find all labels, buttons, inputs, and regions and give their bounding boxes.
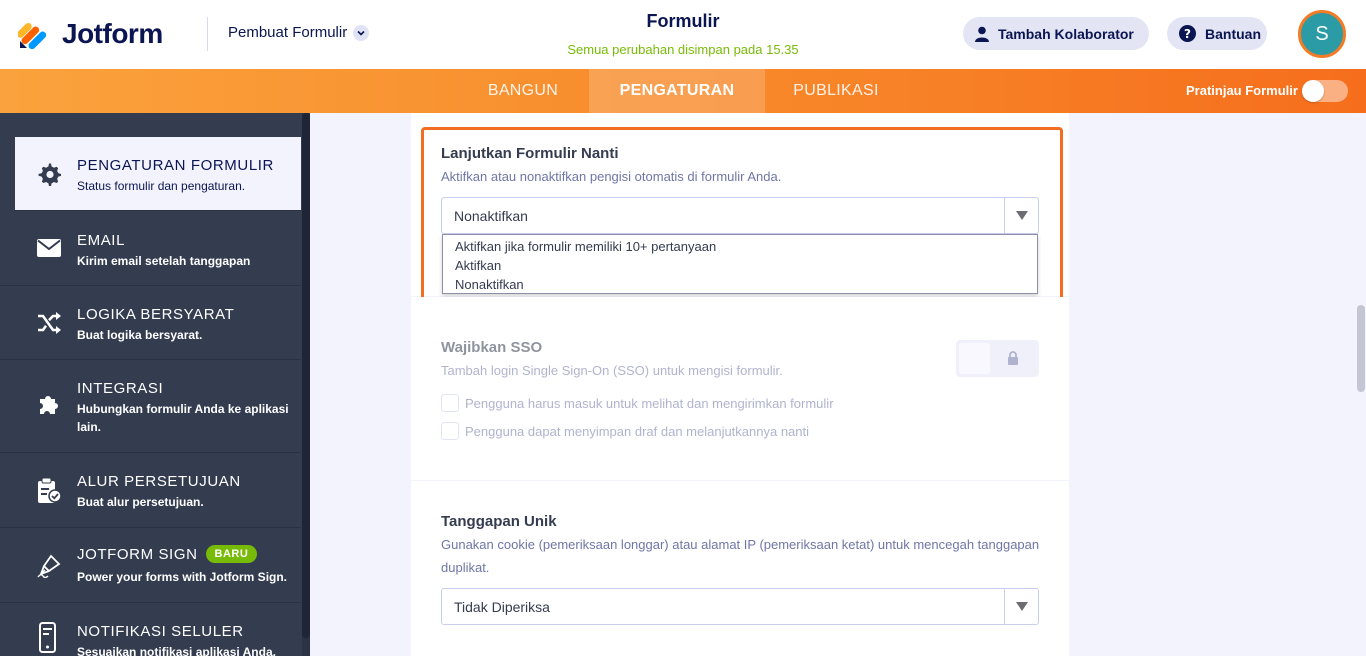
envelope-icon — [36, 235, 62, 261]
question-icon: ? — [1179, 25, 1196, 42]
svg-text:?: ? — [1184, 27, 1191, 41]
tab-build[interactable]: BANGUN — [470, 69, 576, 113]
dropdown-arrow-icon — [1004, 198, 1038, 233]
sidebar-item-approval-flow[interactable]: ALUR PERSETUJUAN Buat alur persetujuan. — [0, 453, 301, 528]
mobile-icon — [36, 622, 62, 653]
logo-text: Jotform — [62, 18, 163, 49]
sidebar-item-desc: Kirim email setelah tanggapan — [77, 254, 251, 268]
sidebar-item-title: EMAIL — [77, 232, 126, 249]
save-status: Semua perubahan disimpan pada 15.35 — [567, 42, 799, 57]
sidebar-item-title: NOTIFIKASI SELULER — [77, 623, 244, 640]
top-header: Jotform Pembuat Formulir Formulir Semua … — [0, 0, 1366, 69]
sidebar-item-desc: Buat alur persetujuan. — [77, 495, 204, 509]
continue-later-select[interactable]: Nonaktifkan — [441, 197, 1039, 234]
help-label: Bantuan — [1205, 25, 1261, 42]
unique-select[interactable]: Tidak Diperiksa — [441, 588, 1039, 625]
unique-desc: Gunakan cookie (pemeriksaan longgar) ata… — [441, 537, 1040, 575]
tab-settings[interactable]: PENGATURAN — [589, 69, 765, 113]
preview-form-label: Pratinjau Formulir — [1186, 83, 1298, 98]
continue-later-options: Aktifkan jika formulir memiliki 10+ pert… — [442, 234, 1038, 294]
option-enable-10plus[interactable]: Aktifkan jika formulir memiliki 10+ pert… — [443, 237, 1037, 256]
sidebar-item-desc: Sesuaikan notifikasi aplikasi Anda. — [77, 645, 276, 656]
form-title[interactable]: Formulir — [583, 11, 783, 32]
sso-checkbox-label-2: Pengguna dapat menyimpan draf dan melanj… — [465, 423, 810, 439]
sidebar-item-email[interactable]: EMAIL Kirim email setelah tanggapan — [0, 211, 301, 286]
continue-later-selected: Nonaktifkan — [454, 207, 528, 224]
puzzle-icon — [36, 392, 62, 418]
sidebar-item-title: PENGATURAN FORMULIR — [77, 157, 274, 174]
header-divider — [207, 17, 208, 51]
unique-selected: Tidak Diperiksa — [454, 598, 550, 615]
shuffle-icon — [36, 310, 62, 336]
sso-checkbox-label-1: Pengguna harus masuk untuk melihat dan m… — [465, 395, 834, 411]
sidebar-item-jotform-sign[interactable]: JOTFORM SIGN BARU Power your forms with J… — [0, 528, 301, 603]
checkbox[interactable] — [441, 394, 459, 412]
sso-desc: Tambah login Single Sign-On (SSO) untuk … — [441, 363, 783, 378]
new-badge: BARU — [205, 545, 258, 563]
unique-submission-section: Tanggapan Unik Gunakan cookie (pemeriksa… — [411, 481, 1069, 656]
user-icon — [975, 26, 989, 42]
sidebar-item-mobile-notifications[interactable]: NOTIFIKASI SELULER Sesuaikan notifikasi … — [0, 603, 301, 656]
sidebar-item-desc: Hubungkan formulir Anda ke aplikasi lain… — [77, 402, 289, 434]
sidebar-item-title: LOGIKA BERSYARAT — [77, 306, 235, 323]
option-enable[interactable]: Aktifkan — [443, 256, 1037, 275]
continue-later-title: Lanjutkan Formulir Nanti — [441, 145, 619, 162]
sidebar-item-title: JOTFORM SIGN BARU — [77, 545, 258, 563]
sidebar-item-conditional-logic[interactable]: LOGIKA BERSYARAT Buat logika bersyarat. — [0, 286, 301, 360]
sso-section: Wajibkan SSO Tambah login Single Sign-On… — [411, 297, 1069, 480]
sidebar-scrollbar[interactable] — [302, 113, 310, 656]
sidebar-item-title: INTEGRASI — [77, 380, 164, 397]
sso-checkbox-row-1[interactable]: Pengguna harus masuk untuk melihat dan m… — [441, 394, 834, 412]
dropdown-arrow-icon — [1004, 589, 1038, 624]
sso-toggle[interactable] — [956, 340, 1039, 377]
toggle-knob — [959, 343, 990, 374]
gear-icon — [36, 161, 62, 187]
sidebar-item-desc: Power your forms with Jotform Sign. — [77, 570, 288, 584]
settings-sidebar: PENGATURAN FORMULIR Status formulir dan … — [0, 113, 310, 656]
main-nav: BANGUN PENGATURAN PUBLIKASI Pratinjau Fo… — [0, 69, 1366, 113]
toggle-knob — [1302, 80, 1324, 102]
approval-icon — [36, 478, 62, 504]
sidebar-item-desc: Buat logika bersyarat. — [77, 328, 203, 342]
tab-publish[interactable]: PUBLIKASI — [776, 69, 896, 113]
sidebar-item-title: ALUR PERSETUJUAN — [77, 473, 241, 490]
continue-later-desc: Aktifkan atau nonaktifkan pengisi otomat… — [441, 169, 782, 184]
main-scrollbar-thumb[interactable] — [1357, 305, 1365, 392]
builder-menu-label: Pembuat Formulir — [228, 24, 348, 41]
sso-checkbox-row-2[interactable]: Pengguna dapat menyimpan draf dan melanj… — [441, 422, 809, 440]
jotform-logo[interactable]: Jotform — [18, 18, 163, 50]
sidebar-scrollbar-thumb[interactable] — [302, 113, 310, 638]
sidebar-item-title-text: JOTFORM SIGN — [77, 546, 198, 563]
sidebar-item-form-settings[interactable]: PENGATURAN FORMULIR Status formulir dan … — [15, 137, 301, 211]
option-disable[interactable]: Nonaktifkan — [443, 275, 1037, 294]
preview-form-toggle[interactable] — [1302, 80, 1348, 102]
sidebar-item-desc: Status formulir dan pengaturan. — [77, 179, 246, 193]
builder-menu[interactable]: Pembuat Formulir — [228, 24, 370, 41]
add-collaborator-button[interactable]: Tambah Kolaborator — [963, 17, 1149, 50]
pen-icon — [36, 553, 62, 579]
avatar[interactable]: S — [1298, 10, 1346, 58]
lock-icon — [1008, 351, 1018, 365]
add-collaborator-label: Tambah Kolaborator — [998, 25, 1134, 42]
help-button[interactable]: ? Bantuan — [1167, 17, 1267, 50]
sidebar-item-integrations[interactable]: INTEGRASI Hubungkan formulir Anda ke apl… — [0, 360, 301, 453]
jotform-logo-icon — [18, 22, 47, 50]
checkbox[interactable] — [441, 422, 459, 440]
sso-title: Wajibkan SSO — [441, 339, 543, 356]
chevron-down-icon — [353, 24, 370, 41]
unique-title: Tanggapan Unik — [441, 513, 557, 530]
